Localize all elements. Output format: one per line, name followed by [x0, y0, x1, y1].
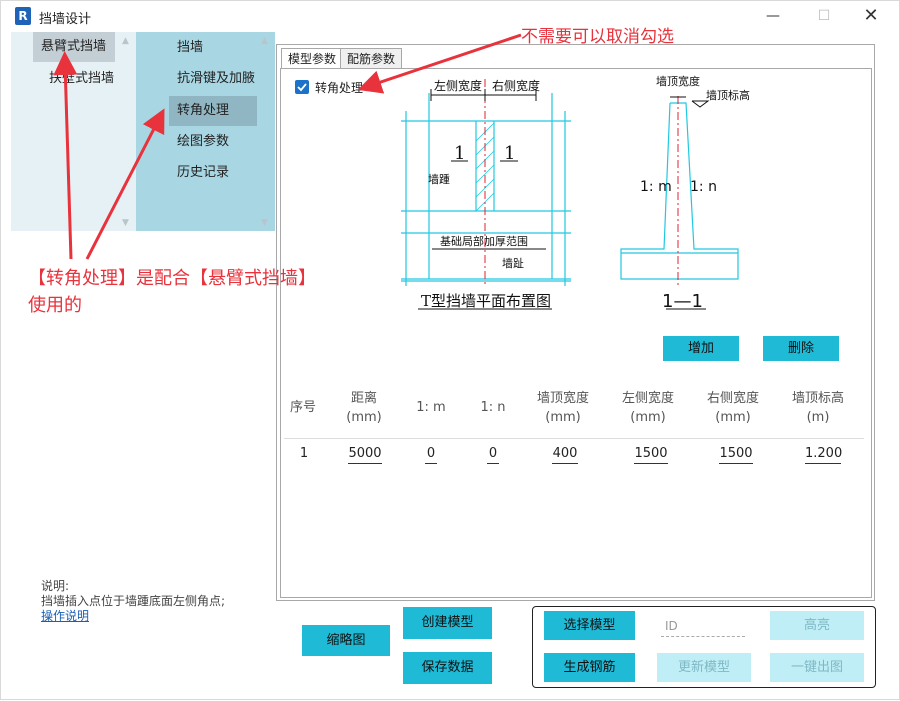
col-header-right-width: 右侧宽度 (mm) [706, 391, 759, 425]
tab-content [280, 68, 872, 598]
section-top-width-label: 墙顶宽度 [656, 74, 700, 88]
highlight-button[interactable]: 高亮 [770, 611, 864, 640]
tab-model-params[interactable]: 模型参数 [281, 48, 344, 69]
section-top-elev-label: 墙顶标高 [706, 88, 750, 102]
manual-link[interactable]: 操作说明 [41, 609, 225, 624]
plan-right-width-label: 右侧宽度 [492, 78, 540, 93]
delete-row-button[interactable]: 删除 [763, 336, 839, 361]
col-header-index: 序号 [289, 400, 316, 415]
scroll-up-icon[interactable]: ▲ [122, 36, 129, 46]
thumbnail-button[interactable]: 缩略图 [302, 625, 390, 656]
scroll-up-icon[interactable]: ▲ [261, 36, 268, 46]
notes-heading: 说明: [41, 579, 70, 593]
section-slope-n: 1: n [690, 179, 717, 195]
col-header-top-elev: 墙顶标高 (m) [791, 391, 844, 425]
notes-panel: 说明: 挡墙插入点位于墙踵底面左侧角点; 操作说明 [41, 579, 225, 624]
create-model-button[interactable]: 创建模型 [403, 607, 492, 639]
cell-m[interactable]: 0 [425, 446, 437, 464]
nav-item-shear-key[interactable]: 抗滑键及加腋 [169, 64, 263, 94]
plan-layout-drawing: 左侧宽度 右侧宽度 1 1 墙踵 基础局部加厚范围 墙趾 T型挡墙平面布置图 [401, 78, 571, 310]
nav-item-history[interactable]: 历史记录 [169, 158, 237, 188]
update-model-button[interactable]: 更新模型 [657, 653, 751, 682]
one-click-drawing-button[interactable]: 一键出图 [770, 653, 864, 682]
corner-checkbox-label[interactable]: 转角处理 [315, 79, 363, 96]
annotation-uncheck-hint: 不需要可以取消勾选 [521, 27, 674, 47]
cell-right-width[interactable]: 1500 [719, 446, 753, 464]
window-title: 挡墙设计 [39, 12, 92, 27]
nav-item-cantilever-wall[interactable]: 悬臂式挡墙 [33, 32, 115, 62]
save-data-button[interactable]: 保存数据 [403, 652, 492, 684]
add-row-button[interactable]: 增加 [663, 336, 739, 361]
col-header-distance: 距离 (mm) [346, 391, 382, 425]
corner-checkbox[interactable] [295, 80, 309, 94]
nav-item-corner[interactable]: 转角处理 [169, 96, 257, 126]
nav-item-buttress-wall[interactable]: 扶壁式挡墙 [41, 64, 122, 94]
scroll-down-icon[interactable]: ▼ [261, 218, 268, 228]
section-drawing: 墙顶宽度 墙顶标高 1: m 1: n 1—1 [620, 74, 750, 312]
section-slope-m: 1: m [640, 179, 672, 195]
minimize-button[interactable]: — [753, 3, 793, 29]
plan-ratio-left: 1 [454, 143, 465, 164]
title-bar: R 挡墙设计 — ☐ ✕ [1, 1, 899, 31]
close-button[interactable]: ✕ [851, 3, 891, 29]
col-header-n: 1: n [480, 400, 506, 415]
cell-top-elev[interactable]: 1.200 [805, 446, 842, 464]
row-index: 1 [299, 446, 309, 461]
nav-item-drawing-params[interactable]: 绘图参数 [169, 127, 237, 157]
select-model-button[interactable]: 选择模型 [544, 611, 635, 640]
annotation-usage-line2: 使用的 [28, 295, 82, 316]
scroll-down-icon[interactable]: ▼ [122, 218, 129, 228]
tab-rebar-params[interactable]: 配筋参数 [340, 48, 403, 69]
plan-left-width-label: 左侧宽度 [434, 78, 482, 93]
checkmark-icon [297, 83, 307, 92]
col-header-top-width: 墙顶宽度 (mm) [536, 391, 589, 425]
notes-text: 挡墙插入点位于墙踵底面左侧角点; [41, 594, 226, 608]
table-divider [284, 438, 864, 439]
plan-heel-label: 墙踵 [428, 172, 450, 186]
annotation-usage-line1: 【转角处理】是配合【悬臂式挡墙】 [28, 268, 316, 289]
plan-ratio-right: 1 [504, 143, 515, 164]
nav-item-wall[interactable]: 挡墙 [169, 33, 211, 63]
maximize-button[interactable]: ☐ [804, 3, 844, 29]
cell-n[interactable]: 0 [487, 446, 499, 464]
col-header-left-width: 左侧宽度 (mm) [621, 391, 674, 425]
cell-left-width[interactable]: 1500 [634, 446, 668, 464]
section-caption: 1—1 [662, 291, 703, 312]
revit-app-icon: R [15, 7, 31, 25]
cell-top-width[interactable]: 400 [552, 446, 578, 464]
plan-caption: T型挡墙平面布置图 [421, 292, 551, 310]
cell-distance[interactable]: 5000 [348, 446, 382, 464]
col-header-m: 1: m [416, 400, 446, 415]
model-id-field[interactable]: ID [661, 615, 745, 637]
plan-toe-label: 墙趾 [502, 256, 524, 270]
app-window: R 挡墙设计 — ☐ ✕ ▲ ▼ 悬臂式挡墙 扶壁式挡墙 ▲ ▼ 挡墙 抗滑键及… [0, 0, 900, 700]
generate-rebar-button[interactable]: 生成钢筋 [544, 653, 635, 682]
plan-thick-range-label: 基础局部加厚范围 [440, 234, 528, 248]
